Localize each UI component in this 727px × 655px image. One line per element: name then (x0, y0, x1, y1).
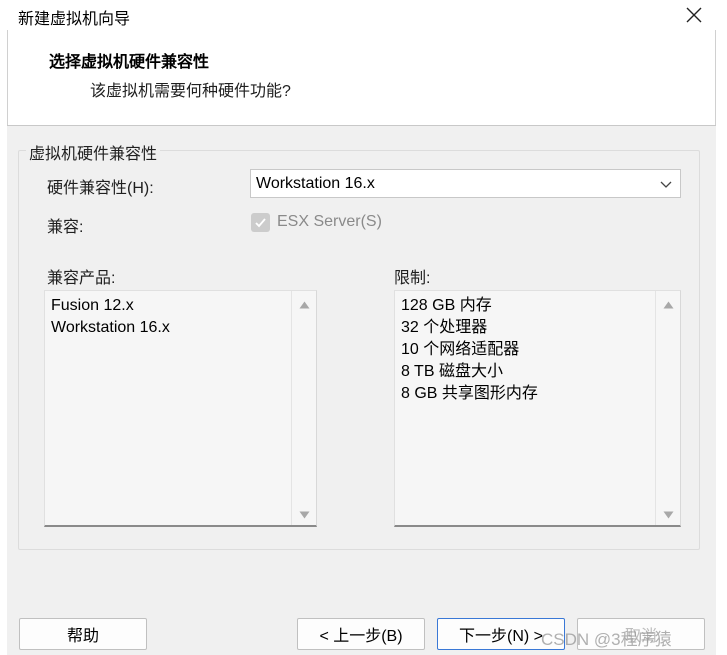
right-frame (716, 30, 727, 655)
hw-compat-value: Workstation 16.x (256, 175, 375, 192)
scroll-down-icon[interactable] (299, 511, 310, 519)
compat-label: 兼容: (47, 219, 84, 236)
close-icon (686, 7, 702, 23)
scroll-up-icon[interactable] (299, 301, 310, 309)
left-frame (0, 30, 7, 655)
hw-compat-select[interactable]: Workstation 16.x (250, 169, 681, 198)
products-list[interactable]: Fusion 12.x Workstation 16.x (44, 290, 317, 527)
watermark: CSDN @3程序猿 (541, 630, 672, 649)
close-button[interactable] (676, 0, 712, 30)
esx-checkbox-label: ESX Server(S) (277, 213, 382, 230)
products-label: 兼容产品: (47, 270, 116, 287)
list-item[interactable]: Workstation 16.x (51, 317, 170, 339)
title-bar: 新建虚拟机向导 (0, 0, 727, 30)
limits-scrollbar[interactable] (655, 291, 680, 525)
window-title: 新建虚拟机向导 (18, 11, 131, 28)
list-item[interactable]: Fusion 12.x (51, 295, 170, 317)
header-subtitle: 该虚拟机需要何种硬件功能? (90, 83, 291, 100)
list-item[interactable]: 8 GB 共享图形内存 (401, 383, 538, 405)
list-item[interactable]: 8 TB 磁盘大小 (401, 361, 538, 383)
help-button[interactable]: 帮助 (19, 618, 147, 650)
list-item[interactable]: 128 GB 内存 (401, 295, 538, 317)
limits-label: 限制: (394, 270, 431, 287)
scroll-down-icon[interactable] (663, 511, 674, 519)
chevron-down-icon (660, 181, 672, 188)
scroll-up-icon[interactable] (663, 301, 674, 309)
hw-compat-label: 硬件兼容性(H): (47, 180, 154, 197)
header-title: 选择虚拟机硬件兼容性 (49, 54, 210, 71)
checkmark-icon (255, 218, 266, 228)
wizard-header: 选择虚拟机硬件兼容性 该虚拟机需要何种硬件功能? (7, 30, 716, 125)
list-item[interactable]: 10 个网络适配器 (401, 339, 538, 361)
limits-items: 128 GB 内存 32 个处理器 10 个网络适配器 8 TB 磁盘大小 8 GB 共… (401, 295, 538, 405)
esx-checkbox[interactable] (251, 213, 270, 232)
products-scrollbar[interactable] (291, 291, 316, 525)
group-label: 虚拟机硬件兼容性 (26, 140, 161, 164)
products-items: Fusion 12.x Workstation 16.x (51, 295, 170, 339)
limits-list[interactable]: 128 GB 内存 32 个处理器 10 个网络适配器 8 TB 磁盘大小 8 GB 共… (394, 290, 681, 527)
back-button[interactable]: < 上一步(B) (297, 618, 425, 650)
list-item[interactable]: 32 个处理器 (401, 317, 538, 339)
